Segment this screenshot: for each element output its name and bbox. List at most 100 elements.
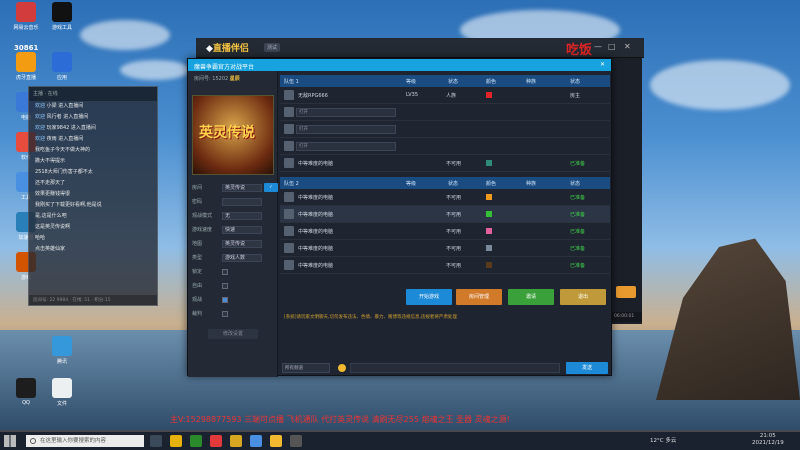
- player-avatar: [284, 107, 294, 117]
- desktop-icon[interactable]: 游戏工具: [44, 2, 80, 31]
- room-setting-row: 观战: [192, 295, 274, 305]
- setting-checkbox[interactable]: [222, 283, 228, 289]
- side-action-button[interactable]: [616, 286, 636, 298]
- desktop-icon[interactable]: 文件: [44, 378, 80, 407]
- player-slot-row[interactable]: 中等难度的电脑 不可用 已准备: [280, 240, 610, 257]
- weather-status[interactable]: 12°C 多云: [650, 436, 676, 444]
- player-name: 中等难度的电脑: [298, 263, 334, 269]
- player-race: 不可用: [446, 263, 462, 269]
- player-status: 已准备: [570, 195, 586, 201]
- player-avatar: [284, 243, 294, 253]
- chat-message: 点击英雄仙家: [35, 246, 66, 252]
- search-icon: [30, 438, 36, 444]
- player-race: 不可用: [446, 212, 462, 218]
- music-icon[interactable]: [210, 435, 222, 447]
- desktop-icon[interactable]: 虎牙直播: [8, 52, 44, 81]
- player-color-swatch[interactable]: [486, 92, 492, 98]
- browser-icon[interactable]: [250, 435, 262, 447]
- desktop-icon[interactable]: 应用: [44, 52, 80, 81]
- player-slot-row[interactable]: 中等难度的电脑 不可用 已准备: [280, 223, 610, 240]
- lobby-chat-input[interactable]: [350, 363, 560, 373]
- app-icon: [16, 378, 36, 398]
- desktop-icon[interactable]: 腾讯: [44, 336, 80, 365]
- setting-value[interactable]: 英灵传说: [222, 184, 262, 192]
- minimize-icon[interactable]: —: [594, 42, 602, 51]
- chat-channel-select[interactable]: 所有频道: [282, 363, 330, 373]
- player-color-swatch[interactable]: [486, 228, 492, 234]
- wechat-icon[interactable]: [190, 435, 202, 447]
- player-slot-row[interactable]: 打开: [280, 138, 610, 155]
- desktop-icon[interactable]: 网易云音乐: [8, 2, 44, 31]
- task-view-icon[interactable]: [150, 435, 162, 447]
- chat-message: 欢迎 风行者 进入直播间: [35, 114, 89, 120]
- start-game-button[interactable]: 开始游戏: [406, 289, 452, 305]
- send-button[interactable]: 发送: [566, 362, 608, 374]
- taskbar-search[interactable]: 在这里输入你要搜索的内容: [26, 435, 144, 447]
- map-poster-title: 英灵传说: [199, 125, 255, 141]
- setting-value[interactable]: 快速: [222, 226, 262, 234]
- player-slot-row[interactable]: 无敌RPG666 LV35 人族 房主: [280, 87, 610, 104]
- app-icon: [52, 52, 72, 72]
- player-race: 不可用: [446, 229, 462, 235]
- player-status: 已准备: [570, 263, 586, 269]
- player-name: 无敌RPG666: [298, 93, 328, 99]
- desktop-icon[interactable]: QQ: [8, 378, 44, 406]
- player-slot-row[interactable]: 中等难度的电脑 不可用 已准备: [280, 206, 610, 223]
- chat-message: 还不走那天了: [35, 180, 66, 186]
- setting-checkbox[interactable]: [222, 311, 228, 317]
- player-slot-row[interactable]: 打开: [280, 121, 610, 138]
- desktop-icon-label: 应用: [56, 75, 67, 81]
- slot-dropdown[interactable]: 打开: [296, 125, 396, 134]
- setting-checkbox[interactable]: [222, 297, 228, 303]
- desktop-icon-label: 腾讯: [56, 359, 67, 365]
- team1-table: 队伍 1 等级 状态 颜色 种族 状态 无敌RPG666 LV35 人族 房主 打开 打开…: [280, 75, 610, 172]
- modify-settings-button[interactable]: 修改设置: [208, 329, 258, 339]
- file-explorer-icon[interactable]: [170, 435, 182, 447]
- app-icon[interactable]: [230, 435, 242, 447]
- player-color-swatch[interactable]: [486, 262, 492, 268]
- room-setting-row: 观战模式无: [192, 211, 274, 221]
- player-slot-row[interactable]: 中等难度的电脑 不可用 已准备: [280, 257, 610, 274]
- lobby-actions: 开始游戏 房间管理 邀请 退出: [280, 289, 610, 307]
- setting-value[interactable]: [222, 198, 262, 206]
- exit-button[interactable]: 退出: [560, 289, 606, 305]
- player-race: 不可用: [446, 195, 462, 201]
- room-setting-row: 房间 英灵传说 ✓: [192, 183, 278, 193]
- chat-message: 我吃鱼子今天不做大神的: [35, 147, 91, 153]
- room-manage-button[interactable]: 房间管理: [456, 289, 502, 305]
- emoji-icon[interactable]: [338, 364, 346, 372]
- room-setting-row: 地图 英灵传说: [192, 239, 274, 249]
- setting-value[interactable]: 无: [222, 212, 262, 220]
- player-color-swatch[interactable]: [486, 245, 492, 251]
- player-avatar: [284, 192, 294, 202]
- setting-value[interactable]: 游戏人数: [222, 254, 262, 262]
- slot-dropdown[interactable]: 打开: [296, 142, 396, 151]
- player-slot-row[interactable]: 中等难度的电脑 不可用 已准备: [280, 189, 610, 206]
- player-color-swatch[interactable]: [486, 160, 492, 166]
- lobby-close-icon[interactable]: ✕: [600, 61, 605, 68]
- lobby-title: 魔兽争霸官方对战平台: [194, 64, 255, 71]
- setting-value[interactable]: 英灵传说: [222, 240, 262, 248]
- setting-checkbox[interactable]: [222, 269, 228, 275]
- player-color-swatch[interactable]: [486, 194, 492, 200]
- player-avatar: [284, 90, 294, 100]
- player-avatar: [284, 141, 294, 151]
- slot-dropdown[interactable]: 打开: [296, 108, 396, 117]
- maximize-icon[interactable]: □: [608, 42, 616, 51]
- confirm-room-button[interactable]: ✓: [264, 183, 278, 192]
- chat-message: 欢迎 夜雨 进入直播间: [35, 136, 84, 142]
- close-icon[interactable]: ✕: [624, 42, 631, 51]
- system-clock[interactable]: 21:05 2021/12/19: [752, 433, 784, 447]
- invite-button[interactable]: 邀请: [508, 289, 554, 305]
- chat-message-list: 欢迎 小梁 进入直播间 欢迎 风行者 进入直播间 欢迎 玩家9842 进入直播间 欢迎…: [29, 101, 157, 255]
- player-race: 不可用: [446, 161, 462, 167]
- chat-message: 这是英灵传说啊: [35, 224, 71, 230]
- player-color-swatch[interactable]: [486, 211, 492, 217]
- game-task-icon[interactable]: [290, 435, 302, 447]
- player-avatar: [284, 158, 294, 168]
- streamer-task-icon[interactable]: [270, 435, 282, 447]
- player-avatar: [284, 226, 294, 236]
- player-slot-row[interactable]: 打开: [280, 104, 610, 121]
- player-slot-row[interactable]: 中等难度的电脑 不可用 已准备: [280, 155, 610, 172]
- start-menu-icon[interactable]: [4, 435, 16, 447]
